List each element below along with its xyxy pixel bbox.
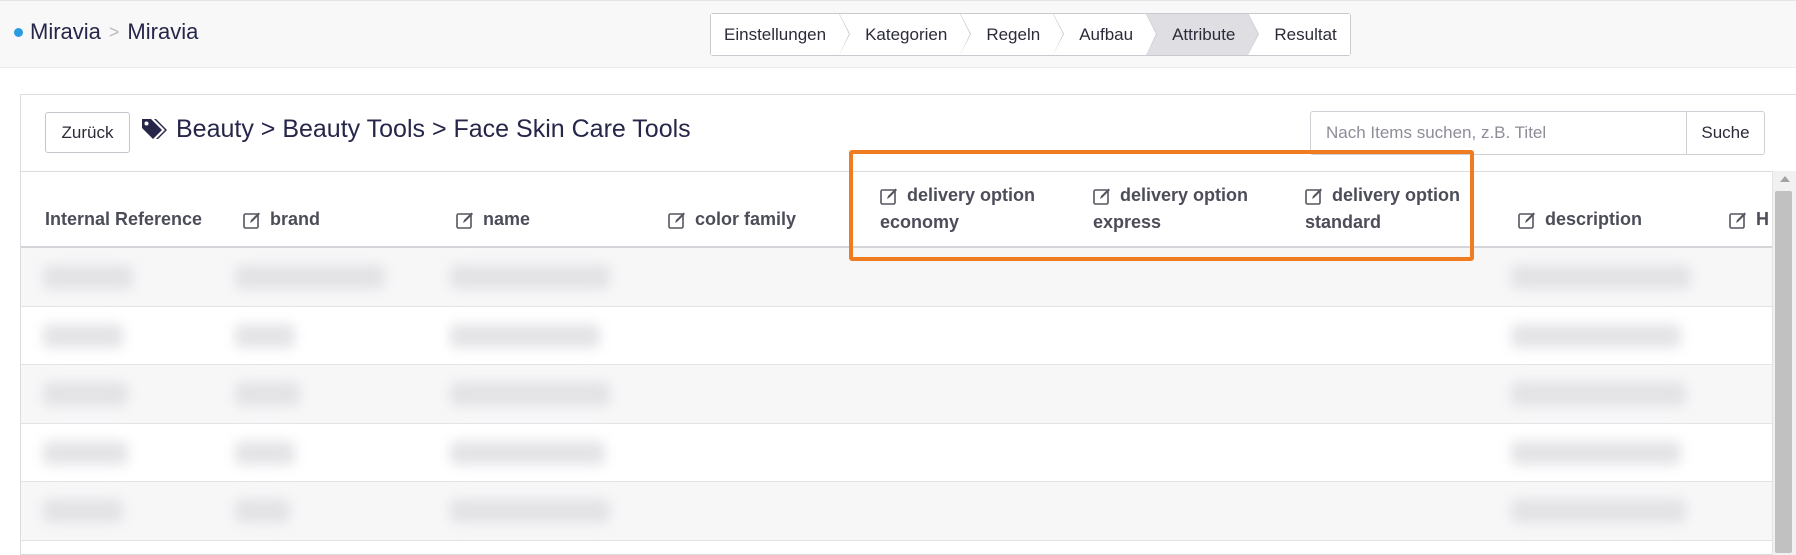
blurred-cell xyxy=(43,265,133,289)
step-einstellungen[interactable]: Einstellungen xyxy=(711,13,851,55)
wizard-steps: Einstellungen Kategorien Regeln Aufbau A… xyxy=(710,13,1351,56)
column-header-truncated[interactable]: H xyxy=(1729,206,1769,233)
blurred-cell xyxy=(43,323,123,348)
tags-icon xyxy=(142,118,167,139)
item-search: Suche xyxy=(1310,111,1765,155)
step-kategorien[interactable]: Kategorien xyxy=(839,13,972,55)
blurred-cell xyxy=(450,440,605,465)
blurred-cell xyxy=(43,382,128,406)
column-header-delivery-option-express[interactable]: delivery option express xyxy=(1093,182,1248,236)
table-row[interactable] xyxy=(21,307,1773,365)
step-resultat[interactable]: Resultat xyxy=(1248,14,1350,55)
blurred-cell xyxy=(235,499,290,523)
breadcrumb: Miravia > Miravia xyxy=(14,19,198,45)
edit-checkbox-icon[interactable] xyxy=(243,211,261,229)
step-attribute[interactable]: Attribute xyxy=(1146,13,1260,55)
search-button[interactable]: Suche xyxy=(1686,111,1765,155)
blurred-cell xyxy=(450,323,600,348)
column-header-internal-reference: Internal Reference xyxy=(45,209,203,229)
blurred-cell xyxy=(235,440,295,465)
status-dot-icon xyxy=(14,27,23,37)
column-header-delivery-option-economy[interactable]: delivery option economy xyxy=(880,182,1035,236)
edit-checkbox-icon[interactable] xyxy=(456,211,474,229)
blurred-cell xyxy=(43,440,128,465)
edit-checkbox-icon[interactable] xyxy=(1518,211,1536,229)
table-row[interactable] xyxy=(21,482,1773,541)
table-header: Internal Reference brand name color fami… xyxy=(21,172,1773,248)
table-row[interactable] xyxy=(21,424,1773,482)
column-header-description[interactable]: description xyxy=(1518,206,1642,233)
blurred-cell xyxy=(235,323,295,348)
vertical-scrollbar[interactable] xyxy=(1772,171,1796,555)
blurred-cell xyxy=(1511,499,1686,523)
scroll-up-arrow-icon[interactable] xyxy=(1780,176,1790,182)
edit-checkbox-icon[interactable] xyxy=(668,211,686,229)
table-row[interactable] xyxy=(21,248,1773,307)
blurred-cell xyxy=(235,382,300,406)
back-button[interactable]: Zurück xyxy=(45,112,130,153)
breadcrumb-item-shop[interactable]: Miravia xyxy=(127,19,198,45)
blurred-cell xyxy=(1511,382,1686,406)
blurred-cell xyxy=(450,499,610,523)
blurred-cell xyxy=(1511,440,1681,465)
blurred-cell xyxy=(1511,323,1681,348)
table-row[interactable] xyxy=(21,365,1773,424)
breadcrumb-separator-icon: > xyxy=(108,21,120,42)
blurred-cell xyxy=(235,265,385,289)
scroll-thumb[interactable] xyxy=(1775,191,1792,553)
column-header-brand[interactable]: brand xyxy=(243,206,320,233)
search-input[interactable] xyxy=(1310,111,1686,155)
blurred-cell xyxy=(450,382,610,406)
blurred-cell xyxy=(43,499,123,523)
step-regeln[interactable]: Regeln xyxy=(960,13,1065,55)
attribute-panel: Zurück Beauty > Beauty Tools > Face Skin… xyxy=(20,94,1796,555)
column-header-name[interactable]: name xyxy=(456,206,530,233)
attribute-table: Internal Reference brand name color fami… xyxy=(21,171,1773,555)
column-header-color-family[interactable]: color family xyxy=(668,206,796,233)
blurred-cell xyxy=(450,265,610,289)
category-path-text: Beauty > Beauty Tools > Face Skin Care T… xyxy=(176,115,691,143)
category-path: Beauty > Beauty Tools > Face Skin Care T… xyxy=(141,115,691,144)
table-body xyxy=(21,248,1773,541)
step-aufbau[interactable]: Aufbau xyxy=(1053,13,1157,55)
breadcrumb-item-account[interactable]: Miravia xyxy=(30,19,101,45)
top-bar: Miravia > Miravia Einstellungen Kategori… xyxy=(0,0,1796,68)
blurred-cell xyxy=(1511,265,1691,289)
edit-checkbox-icon[interactable] xyxy=(1729,211,1747,229)
column-header-delivery-option-standard[interactable]: delivery option standard xyxy=(1305,182,1460,236)
